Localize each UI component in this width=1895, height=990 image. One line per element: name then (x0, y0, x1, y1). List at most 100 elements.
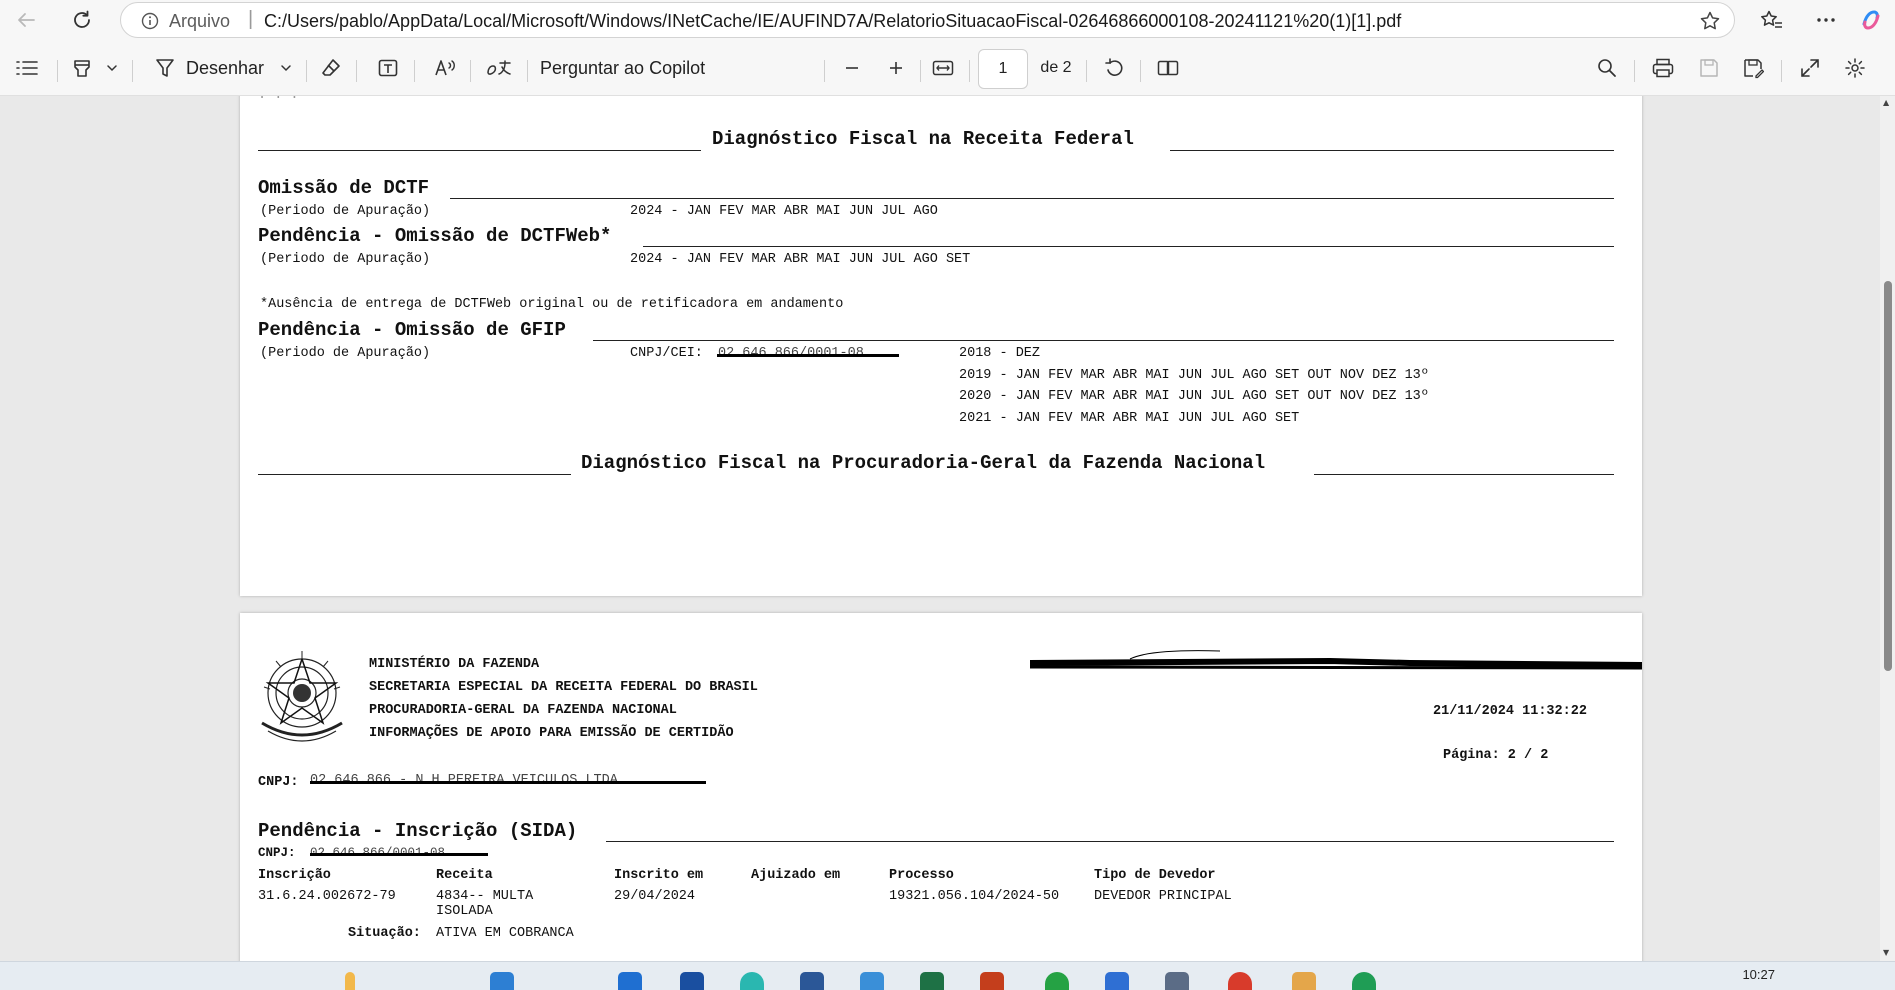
taskbar-app-icon[interactable] (1292, 972, 1316, 990)
toolbar-separator (1781, 60, 1782, 82)
zoom-out-icon[interactable] (837, 52, 867, 84)
refresh-icon[interactable] (66, 4, 98, 36)
table-header: Inscrição (258, 868, 331, 883)
taskbar-app-icon[interactable] (920, 972, 944, 990)
situacao-value: ATIVA EM COBRANCA (436, 926, 574, 941)
fit-width-icon[interactable] (926, 52, 960, 84)
sida-title: Pendência - Inscrição (SIDA) (258, 820, 578, 842)
pdf-page-2: MINISTÉRIO DA FAZENDA SECRETARIA ESPECIA… (240, 613, 1642, 961)
draw-label: Desenhar (186, 57, 265, 78)
heading-rule-left (258, 150, 701, 151)
heading-rule-right (1314, 474, 1614, 475)
redacted-header-scribble (1029, 649, 1642, 673)
section-rule (643, 246, 1614, 247)
taskbar-app-icon[interactable] (1352, 972, 1376, 990)
url-separator: | (248, 8, 254, 30)
taskbar-app-icon[interactable] (1165, 972, 1189, 990)
highlight-chevron-down-icon[interactable] (102, 52, 122, 84)
taskbar-app-icon[interactable] (1045, 972, 1069, 990)
section-rule (593, 340, 1614, 341)
page-total-label: de 2 (1040, 59, 1072, 76)
page-view-icon[interactable] (1152, 52, 1184, 84)
cnpj-label: CNPJ: (258, 775, 299, 790)
copilot-icon[interactable] (1855, 4, 1887, 36)
table-header: Receita (436, 868, 493, 883)
taskbar-app-icon[interactable] (1228, 972, 1252, 990)
taskbar-app-icon[interactable] (800, 972, 824, 990)
favorites-icon[interactable] (1756, 4, 1788, 36)
scrollbar-thumb[interactable] (1884, 281, 1892, 671)
taskbar-app-icon[interactable] (860, 972, 884, 990)
toolbar-separator (57, 60, 58, 82)
rotate-icon[interactable] (1099, 52, 1129, 84)
page-number-input[interactable]: 1 (978, 49, 1028, 89)
taskbar-app-icon[interactable] (740, 972, 764, 990)
windows-taskbar: 10:27 (0, 961, 1895, 990)
draw-button[interactable]: Desenhar (186, 52, 270, 84)
toolbar-separator (356, 60, 357, 82)
more-options-icon[interactable] (1810, 4, 1842, 36)
table-header: Processo (889, 868, 954, 883)
draw-icon[interactable] (150, 52, 180, 84)
taskbar-clock[interactable]: 10:27 (1742, 967, 1775, 982)
url-text[interactable]: C:/Users/pablo/AppData/Local/Microsoft/W… (264, 11, 1401, 32)
dctfweb-note: *Ausência de entrega de DCTFWeb original… (260, 297, 844, 312)
redaction-strike (310, 853, 488, 856)
page-number-label: Página: 2 / 2 (1443, 748, 1549, 763)
taskbar-app-icon[interactable] (1105, 972, 1129, 990)
toolbar-separator (527, 60, 528, 82)
dctfweb-title: Pendência - Omissão de DCTFWeb* (258, 225, 612, 247)
ask-copilot-label: Perguntar ao Copilot (540, 57, 706, 78)
toolbar-separator (414, 60, 415, 82)
toolbar-separator (1634, 60, 1635, 82)
cell-receita-cont: ISOLADA (436, 904, 493, 919)
pdf-viewport[interactable]: . . . Diagnóstico Fiscal na Receita Fede… (0, 96, 1880, 961)
text-box-icon[interactable] (373, 52, 403, 84)
fullscreen-icon[interactable] (1795, 52, 1825, 84)
section-rule (606, 841, 1614, 842)
pdf-toolbar: Desenhar Perguntar ao Copilot 1 de 2 (0, 40, 1895, 96)
periodo-label: (Periodo de Apuração) (260, 346, 431, 361)
search-icon[interactable] (1592, 52, 1622, 84)
taskbar-app-icon[interactable] (680, 972, 704, 990)
read-aloud-icon[interactable] (430, 52, 460, 84)
omissao-dctf-period: 2024 - JAN FEV MAR ABR MAI JUN JUL AGO (630, 204, 938, 219)
heading-rule-right (1170, 150, 1614, 151)
save-as-icon[interactable] (1738, 52, 1768, 84)
gfip-title: Pendência - Omissão de GFIP (258, 319, 566, 341)
info-icon[interactable] (141, 12, 159, 30)
print-icon[interactable] (1648, 52, 1678, 84)
save-disabled-icon (1694, 52, 1724, 84)
settings-gear-icon[interactable] (1840, 52, 1870, 84)
highlight-icon[interactable] (68, 52, 96, 84)
ask-copilot-button[interactable]: Perguntar ao Copilot (540, 52, 740, 84)
contents-list-icon[interactable] (12, 52, 42, 84)
scroll-down-arrow-icon[interactable]: ▼ (1883, 948, 1889, 957)
gfip-cnpj-label: CNPJ/CEI: (630, 346, 703, 361)
scroll-up-arrow-icon[interactable]: ▲ (1883, 98, 1889, 107)
favorite-star-icon[interactable] (1696, 7, 1724, 35)
header-line-procuradoria: PROCURADORIA-GERAL DA FAZENDA NACIONAL (369, 703, 677, 718)
url-bar[interactable]: Arquivo | C:/Users/pablo/AppData/Local/M… (120, 2, 1735, 38)
toolbar-separator (920, 60, 921, 82)
vertical-scrollbar[interactable]: ▲ ▼ (1880, 96, 1895, 961)
url-scheme-label: Arquivo (169, 11, 231, 31)
draw-chevron-down-icon[interactable] (276, 52, 296, 84)
heading-rule-left (258, 474, 571, 475)
sida-cnpj-label: CNPJ: (258, 846, 296, 860)
zoom-in-icon[interactable] (881, 52, 911, 84)
cell-processo: 19321.056.104/2024-50 (889, 889, 1060, 904)
browser-address-bar: Arquivo | C:/Users/pablo/AppData/Local/M… (0, 0, 1895, 40)
taskbar-app-icon[interactable] (490, 972, 514, 990)
back-arrow-icon[interactable] (10, 4, 42, 36)
gfip-period-row: 2019 - JAN FEV MAR ABR MAI JUN JUL AGO S… (959, 368, 1429, 383)
translate-icon[interactable] (484, 52, 514, 84)
taskbar-app-icon[interactable] (345, 972, 355, 990)
page-total: de 2 (1036, 52, 1076, 84)
taskbar-app-icon[interactable] (980, 972, 1004, 990)
pdf-page-1: . . . Diagnóstico Fiscal na Receita Fede… (240, 96, 1642, 596)
eraser-icon[interactable] (316, 52, 346, 84)
cell-inscricao: 31.6.24.002672-79 (258, 889, 396, 904)
periodo-label: (Periodo de Apuração) (260, 204, 431, 219)
taskbar-app-icon[interactable] (618, 972, 642, 990)
